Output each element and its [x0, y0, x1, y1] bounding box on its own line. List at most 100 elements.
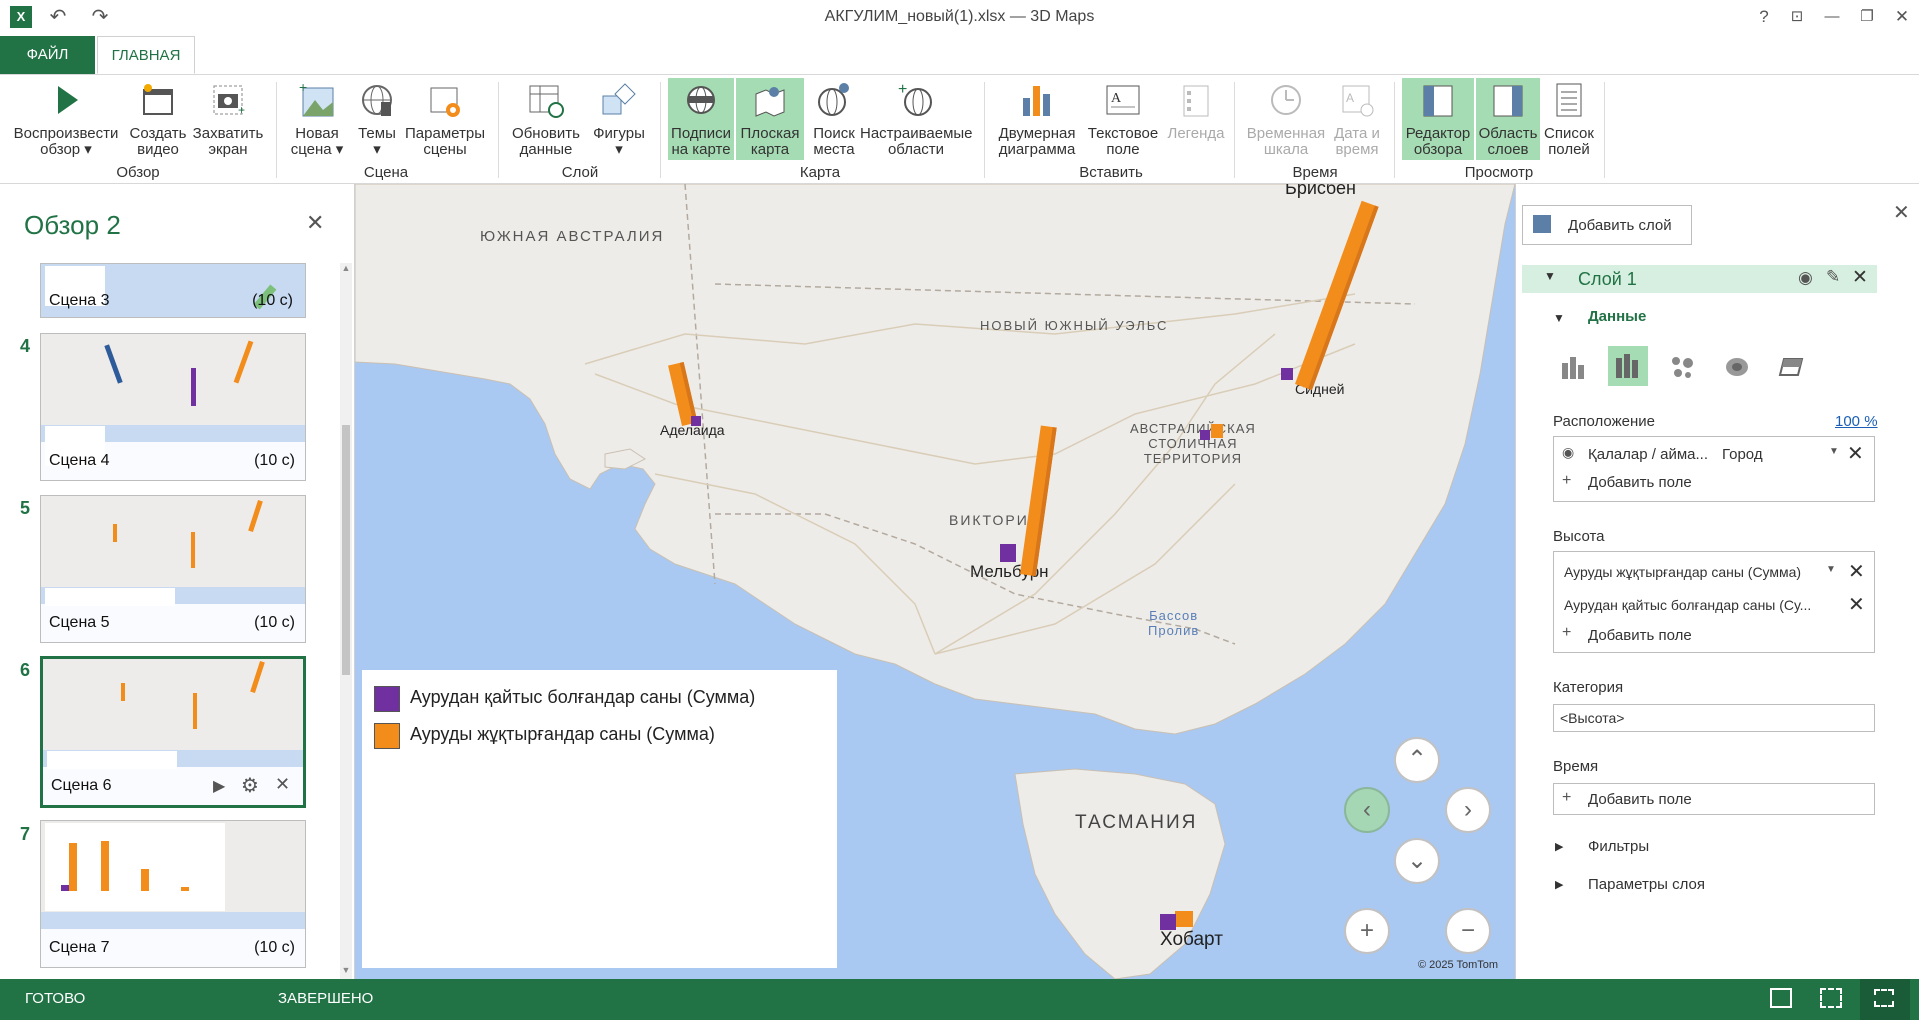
date-time-button[interactable]: A Дата и время — [1330, 80, 1384, 160]
scene-card[interactable]: Сцена 5 (10 с) — [40, 495, 306, 643]
scene-land-thumb — [43, 659, 303, 750]
tilt-down-button[interactable]: ⌄ — [1394, 838, 1440, 884]
field-list-button[interactable]: Список полей — [1542, 80, 1596, 160]
add-height-field[interactable]: Добавить поле — [1588, 627, 1692, 644]
layer-pane-button[interactable]: Область слоев — [1476, 78, 1540, 160]
play-tour-button[interactable]: Воспроизвести обзор ▾ — [10, 80, 122, 160]
scene-card[interactable]: Сцена 3 (10 с) — [40, 263, 306, 318]
close-window-icon[interactable]: ✕ — [1890, 5, 1914, 29]
scene-name: Сцена 6 — [51, 777, 112, 794]
dropdown-icon[interactable]: ▼ — [1826, 564, 1836, 575]
add-field-icon[interactable]: + — [1562, 472, 1571, 490]
location-type-select[interactable]: Город — [1722, 446, 1763, 463]
stacked-column-icon[interactable] — [1558, 353, 1586, 381]
group-label-time: Время — [1292, 164, 1338, 181]
ribbon-separator — [984, 82, 985, 178]
location-field-box: ◉ Қалалар / айма... Город ▼ ✕ + Добавить… — [1553, 436, 1875, 502]
legend-label: Легенда — [1167, 125, 1225, 142]
close-tour-icon[interactable]: ✕ — [306, 210, 324, 236]
scene-card[interactable]: Сцена 4 (10 с) — [40, 333, 306, 481]
chart-2d-button[interactable]: Двумерная диаграмма — [996, 80, 1078, 160]
zoom-out-button[interactable]: − — [1445, 908, 1491, 954]
expand-layer-options-icon[interactable]: ▶ — [1555, 878, 1563, 891]
shapes-button[interactable]: Фигуры ▾ — [590, 80, 648, 160]
scene-card-selected[interactable]: Сцена 6 ▶ ⚙ ✕ — [40, 656, 306, 808]
screenshot-icon[interactable] — [1770, 988, 1792, 1008]
tab-file[interactable]: ФАЙЛ — [0, 36, 95, 74]
height-field-2[interactable]: Аурудан қайтыс болғандар саны (Су... — [1564, 597, 1811, 613]
fullscreen-icon[interactable] — [1860, 979, 1910, 1020]
themes-button[interactable]: Темы ▾ — [352, 80, 402, 160]
legend-button[interactable]: Легенда — [1164, 80, 1228, 160]
bar-chart-icon — [1023, 86, 1050, 116]
scene-label-bar: Сцена 7 (10 с) — [41, 929, 305, 967]
zoom-in-button[interactable]: + — [1344, 908, 1390, 954]
scene-chart-thumb — [45, 823, 225, 911]
remove-height-1-icon[interactable]: ✕ — [1848, 559, 1865, 584]
map-labels-icon — [687, 86, 715, 114]
filters-section[interactable]: Фильтры — [1588, 838, 1649, 855]
scene-card[interactable]: Сцена 7 (10 с) — [40, 820, 306, 968]
tilt-up-button[interactable]: ⌃ — [1394, 737, 1440, 783]
edit-icon[interactable]: ✎ — [1826, 267, 1840, 287]
height-field-1[interactable]: Ауруды жұқтырғандар саны (Сумма) — [1564, 564, 1801, 580]
scroll-up-icon[interactable]: ▲ — [340, 263, 352, 275]
scene-settings-icon[interactable]: ⚙ — [241, 773, 259, 798]
dropdown-icon[interactable]: ▼ — [1829, 446, 1839, 457]
collapse-icon[interactable]: ▼ — [1544, 269, 1556, 283]
status-done: ЗАВЕРШЕНО — [278, 990, 374, 1007]
themes-label: Темы ▾ — [358, 125, 396, 158]
restore-icon[interactable]: ❐ — [1855, 5, 1879, 29]
timeline-button[interactable]: Временная шкала — [1244, 80, 1328, 160]
add-layer-button[interactable]: Добавить слой — [1522, 205, 1692, 245]
tour-editor-button[interactable]: Редактор обзора — [1402, 78, 1474, 160]
scroll-down-icon[interactable]: ▼ — [340, 965, 352, 977]
location-percent-link[interactable]: 100 % — [1835, 413, 1878, 430]
find-location-button[interactable]: Поиск места — [806, 80, 862, 160]
remove-location-icon[interactable]: ✕ — [1847, 441, 1864, 466]
add-location-field[interactable]: Добавить поле — [1588, 474, 1692, 491]
add-field-icon[interactable]: + — [1562, 789, 1571, 807]
layer-options-section[interactable]: Параметры слоя — [1588, 876, 1705, 893]
close-layer-pane-icon[interactable]: ✕ — [1893, 200, 1910, 225]
scene-label-bar: Сцена 5 (10 с) — [41, 604, 305, 642]
add-field-icon[interactable]: + — [1562, 624, 1571, 642]
map-legend[interactable]: Аурудан қайтыс болғандар саны (Сумма) Ау… — [362, 670, 837, 968]
text-box-label: Текстовое поле — [1087, 125, 1159, 158]
bubble-icon[interactable] — [1668, 353, 1696, 381]
clustered-column-icon[interactable] — [1608, 346, 1648, 386]
layer-header[interactable]: ▼ Слой 1 ◉ ✎ ✕ — [1522, 265, 1877, 293]
fit-view-icon[interactable] — [1820, 988, 1842, 1008]
help-icon[interactable]: ? — [1752, 5, 1776, 29]
expand-data-icon[interactable]: ▼ — [1553, 311, 1565, 325]
rotate-left-button[interactable]: ‹ — [1344, 787, 1390, 833]
expand-filters-icon[interactable]: ▶ — [1555, 840, 1563, 853]
radio-icon[interactable]: ◉ — [1562, 444, 1574, 461]
rotate-right-button[interactable]: › — [1445, 787, 1491, 833]
delete-layer-icon[interactable]: ✕ — [1852, 266, 1868, 289]
new-scene-button[interactable]: + Новая сцена ▾ — [286, 80, 348, 160]
tab-home[interactable]: ГЛАВНАЯ — [97, 36, 195, 74]
capture-screen-button[interactable]: + Захватить экран — [192, 80, 264, 160]
eye-icon[interactable]: ◉ — [1798, 268, 1813, 288]
location-field-name[interactable]: Қалалар / айма... — [1588, 446, 1708, 463]
category-field[interactable]: <Высота> — [1553, 704, 1875, 732]
scene-options-button[interactable]: Параметры сцены — [404, 80, 486, 160]
ribbon-display-icon[interactable]: ⊡ — [1785, 5, 1809, 29]
map-labels-button[interactable]: Подписи на карте — [668, 78, 734, 160]
layer-name[interactable]: Слой 1 — [1578, 269, 1637, 290]
flat-map-button[interactable]: Плоская карта — [736, 78, 804, 160]
remove-height-2-icon[interactable]: ✕ — [1848, 592, 1865, 617]
region-icon[interactable] — [1778, 353, 1806, 381]
custom-regions-button[interactable]: + Настраиваемые области — [860, 80, 973, 160]
delete-scene-icon[interactable]: ✕ — [275, 774, 290, 795]
add-time-field[interactable]: Добавить поле — [1588, 791, 1692, 808]
text-box-button[interactable]: A Текстовое поле — [1082, 80, 1164, 160]
play-scene-icon[interactable]: ▶ — [213, 776, 225, 796]
minimize-icon[interactable]: — — [1820, 5, 1844, 29]
bar-adelaide-deaths — [691, 416, 701, 426]
refresh-data-button[interactable]: Обновить данные — [508, 80, 584, 160]
heat-map-icon[interactable] — [1723, 353, 1751, 381]
create-video-button[interactable]: Создать видео — [126, 80, 190, 160]
scroll-thumb[interactable] — [342, 425, 350, 675]
